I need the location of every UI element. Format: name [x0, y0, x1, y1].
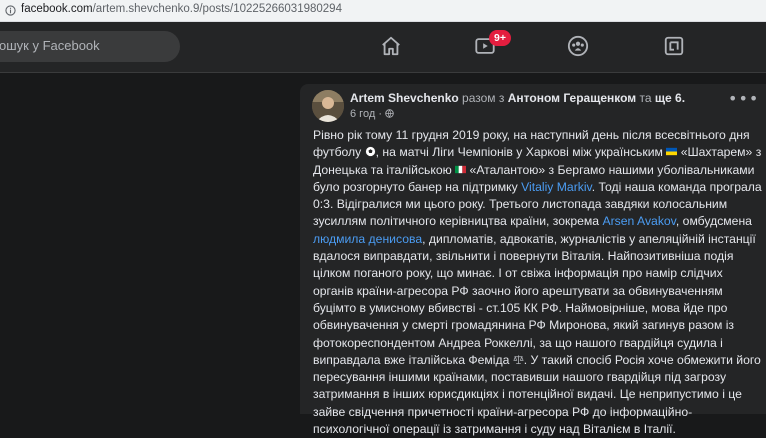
post-text-line: 0:3. Відігралися ми цього року. Третього… [313, 196, 763, 213]
it-flag-emoji-icon [455, 164, 467, 175]
post-text-line: Рівно рік тому 11 грудня 2019 року, на н… [313, 127, 763, 144]
post-text-line: людмила денисова, дипломатів, адвокатів,… [313, 231, 763, 248]
post-header: Artem Shevchenko разом з Антоном Геращен… [350, 91, 686, 105]
post-text-segment: пересування іншими країнами, поставивши … [313, 370, 727, 385]
post-text-segment: виправдала вже італійська Феміда [313, 352, 513, 367]
mention-link[interactable]: Arsen Avakov [602, 214, 675, 228]
ua-flag-emoji-icon [666, 146, 678, 157]
url-path: /artem.shevchenko.9/posts/10225266031980… [92, 3, 342, 15]
post-text-segment: Рівно рік тому 11 грудня 2019 року, на н… [313, 128, 750, 142]
post-text-segment: «Шахтарем» з [677, 145, 762, 160]
browser-address-bar[interactable]: facebook.com/artem.shevchenko.9/posts/10… [0, 0, 766, 22]
post-text-segment: . Тоді наша команда програла [591, 179, 762, 194]
groups-icon[interactable] [567, 35, 589, 57]
post-text-segment: цілком поганого року, що минає. І от сві… [313, 266, 723, 281]
post-text-segment: , омбудсмена [675, 214, 752, 229]
author-avatar[interactable] [312, 90, 344, 122]
post-text-line: Донецька та італійською «Аталантою» з Бе… [313, 162, 763, 179]
post-text-segment: психологічної операції із затримання і с… [313, 422, 676, 437]
post-text-segment: 0:3. Відігралися ми цього року. Третього… [313, 197, 728, 212]
post-text-line: буцімто в умисному вбивстві - ст.105 КК … [313, 300, 763, 317]
post-text-segment: було розгорнуто банер на підтримку [313, 179, 522, 194]
post-body: Рівно рік тому 11 грудня 2019 року, на н… [313, 127, 763, 438]
mention-link[interactable]: Vitaliy Markiv [521, 180, 592, 194]
post-text-line: зайве свідчення причетності країни-агрес… [313, 404, 763, 421]
post-text-line: вдалося виправдати, звільнити і повернут… [313, 248, 763, 265]
post-text-line: органів країни-агресора РФ заочно його а… [313, 283, 763, 300]
post-text-line: цілком поганого року, що минає. І от сві… [313, 265, 763, 282]
facebook-top-bar: ошук у Facebook 9+ [0, 22, 766, 73]
post-text-segment: буцімто в умисному вбивстві - ст.105 КК … [313, 300, 728, 315]
post-text-segment: зусиллям політичного керівництва країни,… [313, 214, 603, 229]
post-text-segment: органів країни-агресора РФ заочно його а… [313, 283, 723, 298]
post-text-line: затримання в інших юрисдикціях і потенці… [313, 386, 763, 403]
search-placeholder: ошук у Facebook [0, 38, 100, 53]
mention-link[interactable]: людмила денисова [313, 232, 422, 246]
watch-notification-badge: 9+ [489, 30, 511, 46]
home-icon[interactable] [380, 35, 402, 57]
post-text-line: виправдала вже італійська Феміда . У так… [313, 352, 763, 369]
post-text-line: було розгорнуто банер на підтримку Vital… [313, 179, 763, 196]
post-text-line: обвинувачення у смерті громадянина РФ Ми… [313, 317, 763, 334]
post-text-segment: футболу [313, 145, 365, 160]
post-meta: 6 год · [350, 108, 394, 120]
post-text-segment: Донецька та італійською [313, 162, 456, 177]
post-text-line: пересування іншими країнами, поставивши … [313, 369, 763, 386]
post-text-segment: вдалося виправдати, звільнити і повернут… [313, 249, 734, 264]
post-text-segment: . У такий спосіб Росія хоче обмежити йог… [523, 352, 761, 367]
url-text[interactable]: facebook.com/artem.shevchenko.9/posts/10… [21, 3, 342, 15]
page-info-icon[interactable] [5, 5, 16, 16]
post-text-segment: затримання в інших юрисдикціях і потенці… [313, 387, 742, 402]
post-text-segment: , дипломатів, адвокатів, журналістів у а… [422, 231, 756, 246]
tagged-person-link[interactable]: Антоном Геращенком [508, 91, 636, 105]
soccer-emoji-icon [365, 146, 376, 157]
author-name-link[interactable]: Artem Shevchenko [350, 91, 459, 105]
post-card: Artem Shevchenko разом з Антоном Геращен… [300, 84, 766, 436]
post-text-line: футболу , на матчі Ліги Чемпіонів у Харк… [313, 144, 763, 161]
and-text: та [639, 91, 652, 105]
post-text-segment: «Аталантою» з Бергамо нашими уболівальни… [466, 162, 755, 177]
with-text: разом з [462, 91, 505, 105]
post-text-segment: , на матчі Ліги Чемпіонів у Харкові між … [375, 145, 667, 160]
post-options-button[interactable]: ••• [728, 91, 758, 107]
post-text-segment: фотокореспондентом Андреа Роккеллі, за щ… [313, 335, 723, 350]
post-text-line: фотокореспондентом Андреа Роккеллі, за щ… [313, 335, 763, 352]
search-box[interactable]: ошук у Facebook [0, 31, 180, 62]
post-time-link[interactable]: 6 год [350, 108, 375, 120]
public-globe-icon[interactable] [385, 109, 394, 118]
post-text-line: зусиллям політичного керівництва країни,… [313, 213, 763, 230]
url-domain: facebook.com [21, 3, 93, 15]
post-text-segment: обвинувачення у смерті громадянина РФ Ми… [313, 318, 735, 333]
post-text-segment: зайве свідчення причетності країни-агрес… [313, 404, 693, 419]
post-text-line: психологічної операції із затримання і с… [313, 421, 763, 438]
gaming-icon[interactable] [663, 35, 685, 57]
others-link[interactable]: ще 6 [655, 91, 682, 105]
scales-emoji-icon [513, 354, 524, 365]
